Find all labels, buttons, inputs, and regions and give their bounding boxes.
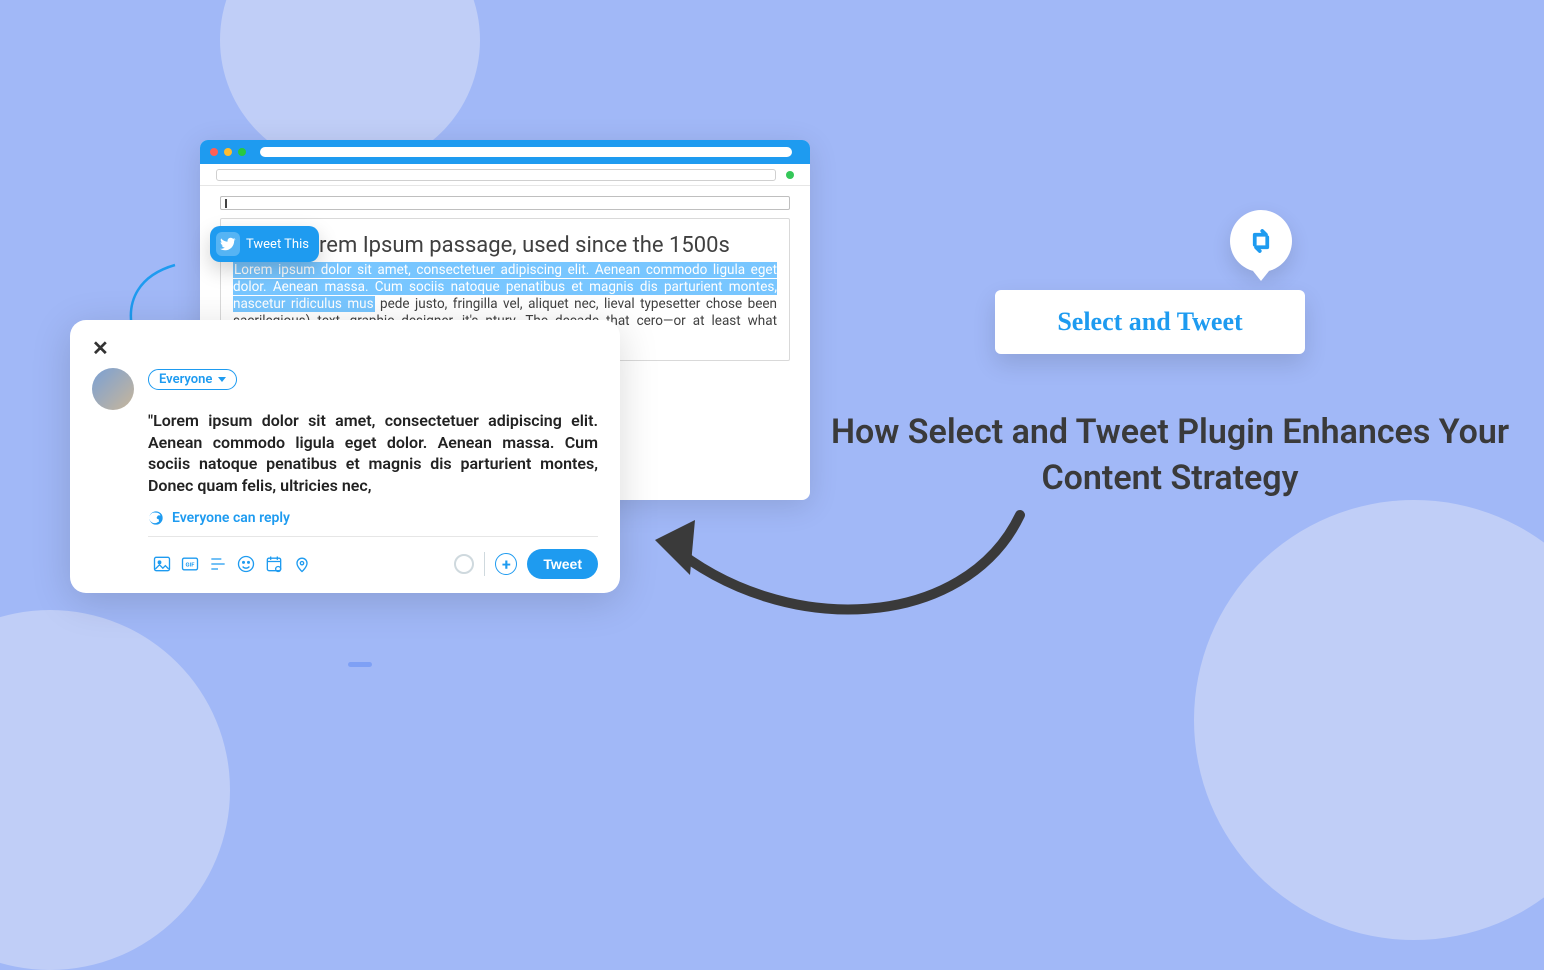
schedule-icon[interactable] bbox=[260, 550, 288, 578]
tweet-this-label: Tweet This bbox=[246, 237, 309, 252]
status-dot-icon bbox=[786, 171, 794, 179]
brand-name: Select and Tweet bbox=[1057, 307, 1242, 337]
image-icon[interactable] bbox=[148, 550, 176, 578]
tweet-button[interactable]: Tweet bbox=[527, 549, 598, 579]
reply-label: Everyone can reply bbox=[172, 510, 290, 526]
traffic-min-icon bbox=[224, 148, 232, 156]
vertical-divider bbox=[484, 552, 485, 576]
divider bbox=[148, 536, 598, 537]
decorative-dash bbox=[348, 662, 372, 667]
traffic-max-icon bbox=[238, 148, 246, 156]
retweet-icon bbox=[1246, 226, 1276, 256]
compose-text[interactable]: "Lorem ipsum dolor sit amet, consectetue… bbox=[148, 410, 598, 496]
reply-settings[interactable]: Everyone can reply bbox=[148, 510, 598, 526]
close-icon[interactable]: ✕ bbox=[92, 336, 598, 360]
brand-card: Select and Tweet bbox=[995, 290, 1305, 354]
twitter-icon bbox=[216, 232, 240, 256]
retweet-badge bbox=[1230, 210, 1292, 272]
globe-icon bbox=[148, 510, 164, 526]
poll-icon[interactable] bbox=[204, 550, 232, 578]
audience-label: Everyone bbox=[159, 372, 212, 387]
location-icon[interactable] bbox=[288, 550, 316, 578]
browser-toolbar bbox=[200, 164, 810, 186]
add-thread-button[interactable]: + bbox=[495, 553, 517, 575]
titlebar-pill bbox=[260, 147, 792, 157]
char-count-ring-icon bbox=[454, 554, 474, 574]
swoosh-arrow-icon bbox=[625, 490, 1045, 664]
avatar bbox=[92, 368, 134, 410]
traffic-close-icon bbox=[210, 148, 218, 156]
gif-icon[interactable]: GIF bbox=[176, 550, 204, 578]
compose-dialog: ✕ Everyone "Lorem ipsum dolor sit amet, … bbox=[70, 320, 620, 593]
page-address-field[interactable] bbox=[220, 196, 790, 210]
headline: How Select and Tweet Plugin Enhances You… bbox=[830, 410, 1510, 502]
bg-circle bbox=[1194, 500, 1544, 940]
chevron-down-icon bbox=[218, 377, 226, 382]
svg-text:GIF: GIF bbox=[186, 563, 196, 569]
tweet-this-button[interactable]: Tweet This bbox=[210, 226, 319, 262]
browser-titlebar bbox=[200, 140, 810, 164]
audience-selector[interactable]: Everyone bbox=[148, 369, 237, 390]
bg-circle bbox=[0, 610, 230, 970]
url-field[interactable] bbox=[216, 169, 776, 181]
compose-toolbar: GIF + Tweet bbox=[148, 549, 598, 579]
emoji-icon[interactable] bbox=[232, 550, 260, 578]
